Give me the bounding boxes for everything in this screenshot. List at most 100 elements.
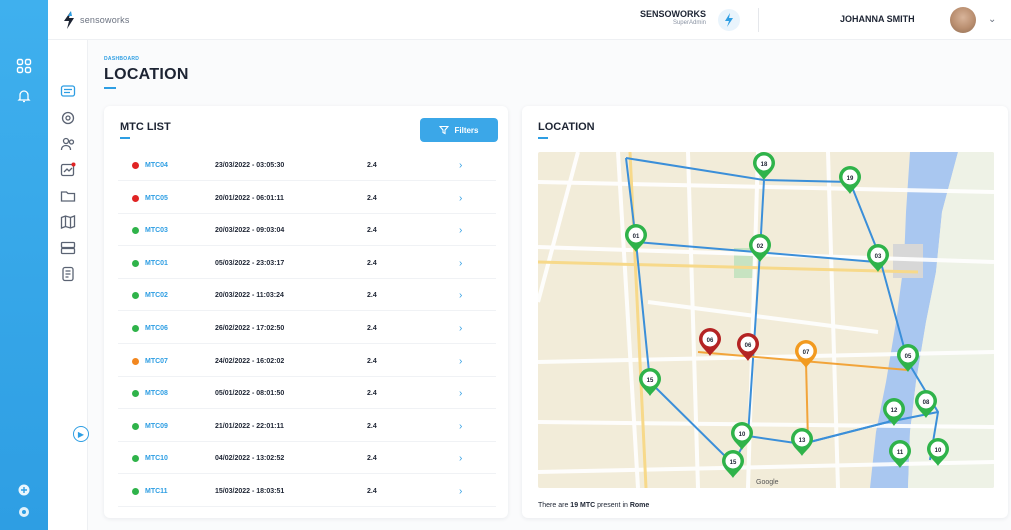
status-dot [132, 325, 139, 332]
mtc-value: 2.4 [367, 488, 377, 495]
mtc-date: 20/03/2022 - 09:03:04 [215, 227, 285, 235]
table-row[interactable]: MTC03 20/03/2022 - 09:03:04 2.4 › [118, 216, 496, 247]
table-row[interactable]: MTC02 20/03/2022 - 11:03:24 2.4 › [118, 281, 496, 312]
user-name[interactable]: JOHANNA SMITH [840, 14, 915, 24]
server-icon[interactable] [60, 240, 76, 256]
org-switch-icon[interactable] [718, 9, 740, 31]
bell-icon[interactable] [14, 86, 34, 106]
location-title-underline [538, 137, 548, 139]
mtc-date: 04/02/2022 - 13:02:52 [215, 455, 285, 463]
plus-circle-icon[interactable] [14, 480, 34, 500]
map-pin-label: 13 [799, 438, 806, 444]
table-row[interactable]: MTC04 23/03/2022 - 03:05:30 2.4 › [118, 151, 496, 181]
chevron-right-icon[interactable]: › [459, 290, 462, 301]
chevron-right-icon[interactable]: › [459, 388, 462, 399]
settings-icon[interactable] [14, 502, 34, 522]
org-info: SENSOWORKS SuperAdmin [618, 9, 706, 26]
mtc-id[interactable]: MTC03 [145, 227, 215, 234]
org-role: SuperAdmin [672, 20, 706, 26]
mtc-id[interactable]: MTC01 [145, 260, 215, 267]
chevron-right-icon[interactable]: › [459, 486, 462, 497]
mtc-date: 05/01/2022 - 08:01:50 [215, 390, 285, 398]
expand-sidebar-icon[interactable]: ▶ [73, 426, 89, 442]
table-row[interactable]: MTC08 05/01/2022 - 08:01:50 2.4 › [118, 379, 496, 410]
table-row[interactable]: MTC05 20/01/2022 - 06:01:11 2.4 › [118, 184, 496, 214]
table-row[interactable]: MTC10 04/02/2022 - 13:02:52 2.4 › [118, 444, 496, 475]
app-rail [0, 0, 48, 530]
mtc-id[interactable]: MTC11 [145, 488, 215, 495]
table-row[interactable]: MTC07 24/02/2022 - 16:02:02 2.4 › [118, 347, 496, 377]
mtc-value: 2.4 [367, 325, 377, 332]
caption-city: Rome [629, 502, 650, 509]
chevron-right-icon[interactable]: › [459, 193, 462, 204]
table-row[interactable]: MTC01 05/03/2022 - 23:03:17 2.4 › [118, 249, 496, 279]
page-title: LOCATION [104, 66, 189, 83]
mtc-id[interactable]: MTC06 [145, 325, 215, 332]
users-icon[interactable] [60, 136, 76, 152]
chevron-right-icon[interactable]: › [459, 258, 462, 269]
mtc-value: 2.4 [367, 422, 377, 430]
map-canvas[interactable]: 06 06 07 18 19 01 02 03 15 05 12 08 10 13 15 11 10 Googl… [538, 152, 994, 488]
chevron-right-icon[interactable]: › [459, 323, 462, 334]
dashboard-grid-icon[interactable] [14, 56, 34, 76]
status-dot [132, 390, 139, 398]
title-underline [104, 87, 116, 89]
status-dot [132, 259, 139, 267]
chevron-right-icon[interactable]: › [459, 356, 462, 367]
map-pin-label: 03 [875, 254, 882, 260]
map-pin-label: 12 [891, 408, 898, 414]
sensoworks-logo-icon [64, 11, 74, 29]
location-title: LOCATION [538, 121, 595, 133]
mtc-id[interactable]: MTC04 [145, 162, 215, 169]
table-row[interactable]: MTC11 15/03/2022 - 18:03:51 2.4 › [118, 477, 496, 507]
avatar[interactable] [950, 7, 976, 33]
mtc-id[interactable]: MTC02 [145, 292, 215, 299]
chevron-right-icon[interactable]: › [459, 225, 462, 236]
map-attribution: Google [756, 479, 779, 486]
map-pin-label: 07 [803, 350, 810, 356]
mtc-value: 2.4 [367, 455, 377, 463]
logo[interactable]: sensoworks [62, 10, 130, 30]
filters-button[interactable]: Filters [420, 118, 498, 142]
chat-list-icon[interactable] [60, 84, 76, 100]
sensor-icon[interactable] [60, 110, 76, 126]
mtc-id[interactable]: MTC10 [145, 455, 215, 462]
mtc-date: 20/03/2022 - 11:03:24 [215, 292, 284, 300]
status-dot [132, 194, 139, 202]
chevron-right-icon[interactable]: › [459, 160, 462, 171]
org-name: SENSOWORKS [639, 9, 706, 19]
status-dot [132, 292, 139, 300]
mtc-date: 26/02/2022 - 17:02:50 [215, 325, 285, 332]
mtc-id[interactable]: MTC07 [145, 358, 215, 365]
folder-icon[interactable] [60, 188, 76, 204]
mtc-date: 24/02/2022 - 16:02:02 [215, 357, 285, 365]
map[interactable]: 06 06 07 18 19 01 02 03 15 05 12 08 10 13 15 11 10 Googl… [538, 152, 994, 488]
status-dot [132, 422, 139, 430]
logo-text: sensoworks [80, 15, 130, 25]
caption-mid: present in [595, 502, 630, 509]
map-pin-label: 15 [647, 378, 654, 384]
mtc-id[interactable]: MTC09 [145, 423, 215, 430]
analytics-icon[interactable] [60, 162, 76, 178]
mtc-date: 23/03/2022 - 03:05:30 [215, 162, 285, 169]
chevron-down-icon[interactable]: ⌄ [988, 14, 996, 25]
mtc-date: 20/01/2022 - 06:01:11 [215, 194, 284, 202]
map-pin-label: 19 [847, 176, 854, 182]
chevron-right-icon[interactable]: › [459, 421, 462, 432]
mtc-value: 2.4 [367, 259, 377, 267]
mtc-id[interactable]: MTC05 [145, 195, 215, 202]
mtc-list-title: MTC LIST [120, 121, 171, 133]
report-icon[interactable] [60, 266, 76, 282]
chevron-right-icon[interactable]: › [459, 453, 462, 464]
map-pin-label: 11 [897, 450, 904, 456]
status-dot [132, 357, 139, 365]
map-pin-label: 02 [757, 244, 764, 250]
mtc-id[interactable]: MTC08 [145, 390, 215, 397]
table-row[interactable]: MTC06 26/02/2022 - 17:02:50 2.4 › [118, 314, 496, 344]
map-pin-label: 10 [935, 448, 942, 454]
breadcrumb[interactable]: DASHBOARD [104, 56, 139, 62]
map-icon[interactable] [60, 214, 76, 230]
mtc-date: 15/03/2022 - 18:03:51 [215, 488, 285, 495]
table-row[interactable]: MTC09 21/01/2022 - 22:01:11 2.4 › [118, 412, 496, 442]
caption-count: 19 MTC [570, 502, 596, 509]
